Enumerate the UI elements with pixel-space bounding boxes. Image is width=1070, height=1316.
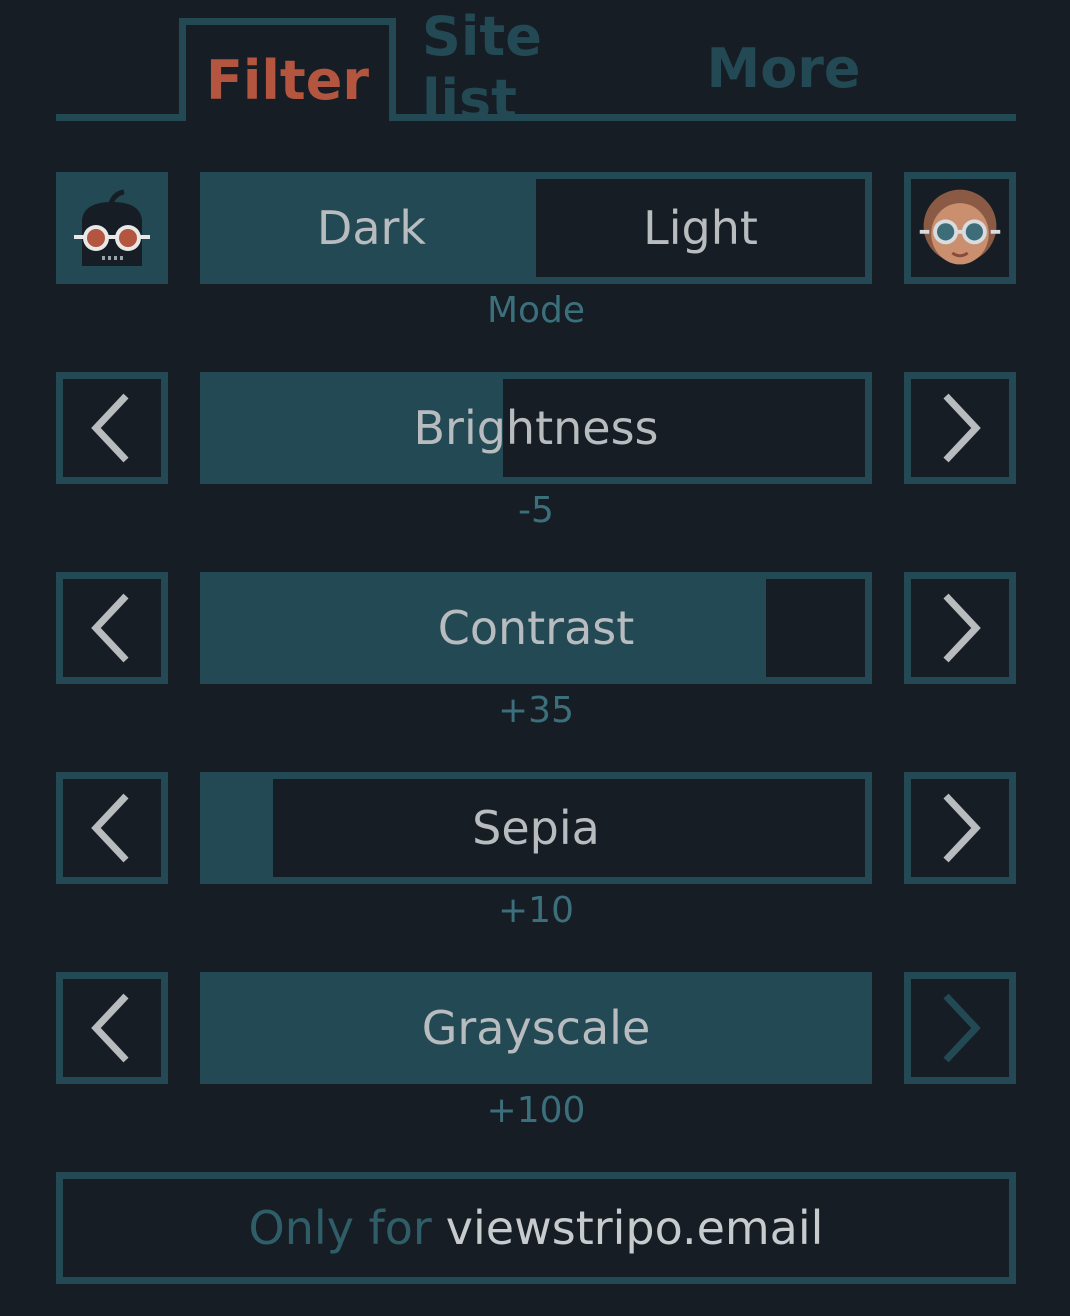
chevron-left-icon [91,593,129,663]
contrast-slider[interactable]: Contrast [200,572,872,684]
app-panel: Filter Site list More Dark Light Mode Br… [0,0,1070,1316]
grayscale-slider[interactable]: Grayscale [200,972,872,1084]
light-mode-avatar[interactable] [904,172,1016,284]
brightness-label: Brightness [413,401,659,455]
chevron-left-icon [91,993,129,1063]
chevron-left-icon [91,793,129,863]
site-scope-toggle[interactable]: Only for viewstripo.email [56,1172,1016,1284]
mode-dark-option[interactable]: Dark [207,179,536,277]
chevron-right-icon [943,993,981,1063]
chevron-right-icon [943,393,981,463]
chevron-left-icon [91,393,129,463]
sepia-decrease-button[interactable] [56,772,168,884]
site-scope-prefix: Only for [248,1201,432,1255]
glasses-robot-icon [74,189,150,266]
grayscale-label: Grayscale [421,1001,651,1055]
grayscale-decrease-button[interactable] [56,972,168,1084]
chevron-right-icon [943,793,981,863]
glasses-face-icon [919,189,1001,265]
sepia-increase-button[interactable] [904,772,1016,884]
brightness-row: Brightness -5 [56,372,1016,531]
grayscale-value: +100 [486,1090,586,1131]
brightness-value: -5 [518,490,554,531]
brightness-decrease-button[interactable] [56,372,168,484]
contrast-value: +35 [498,690,574,731]
sepia-label: Sepia [472,801,600,855]
contrast-decrease-button[interactable] [56,572,168,684]
chevron-right-icon [943,593,981,663]
tab-site-list[interactable]: Site list [422,5,652,131]
contrast-row: Contrast +35 [56,572,1016,731]
contrast-increase-button[interactable] [904,572,1016,684]
grayscale-row: Grayscale +100 [56,972,1016,1131]
mode-row: Dark Light Mode [56,172,1016,331]
tab-underline [56,114,186,121]
tab-filter[interactable]: Filter [179,18,396,121]
sepia-slider[interactable]: Sepia [200,772,872,884]
mode-toggle[interactable]: Dark Light [200,172,872,284]
tab-more[interactable]: More [696,18,871,118]
dark-mode-avatar[interactable] [56,172,168,284]
sepia-row: Sepia +10 [56,772,1016,931]
mode-caption: Mode [486,290,586,331]
contrast-label: Contrast [437,601,635,655]
grayscale-increase-button[interactable] [904,972,1016,1084]
brightness-increase-button[interactable] [904,372,1016,484]
sepia-value: +10 [498,890,574,931]
tab-bar: Filter Site list More [56,5,1016,131]
mode-light-option[interactable]: Light [536,179,865,277]
site-scope-domain: viewstripo.email [445,1201,824,1255]
brightness-slider[interactable]: Brightness [200,372,872,484]
